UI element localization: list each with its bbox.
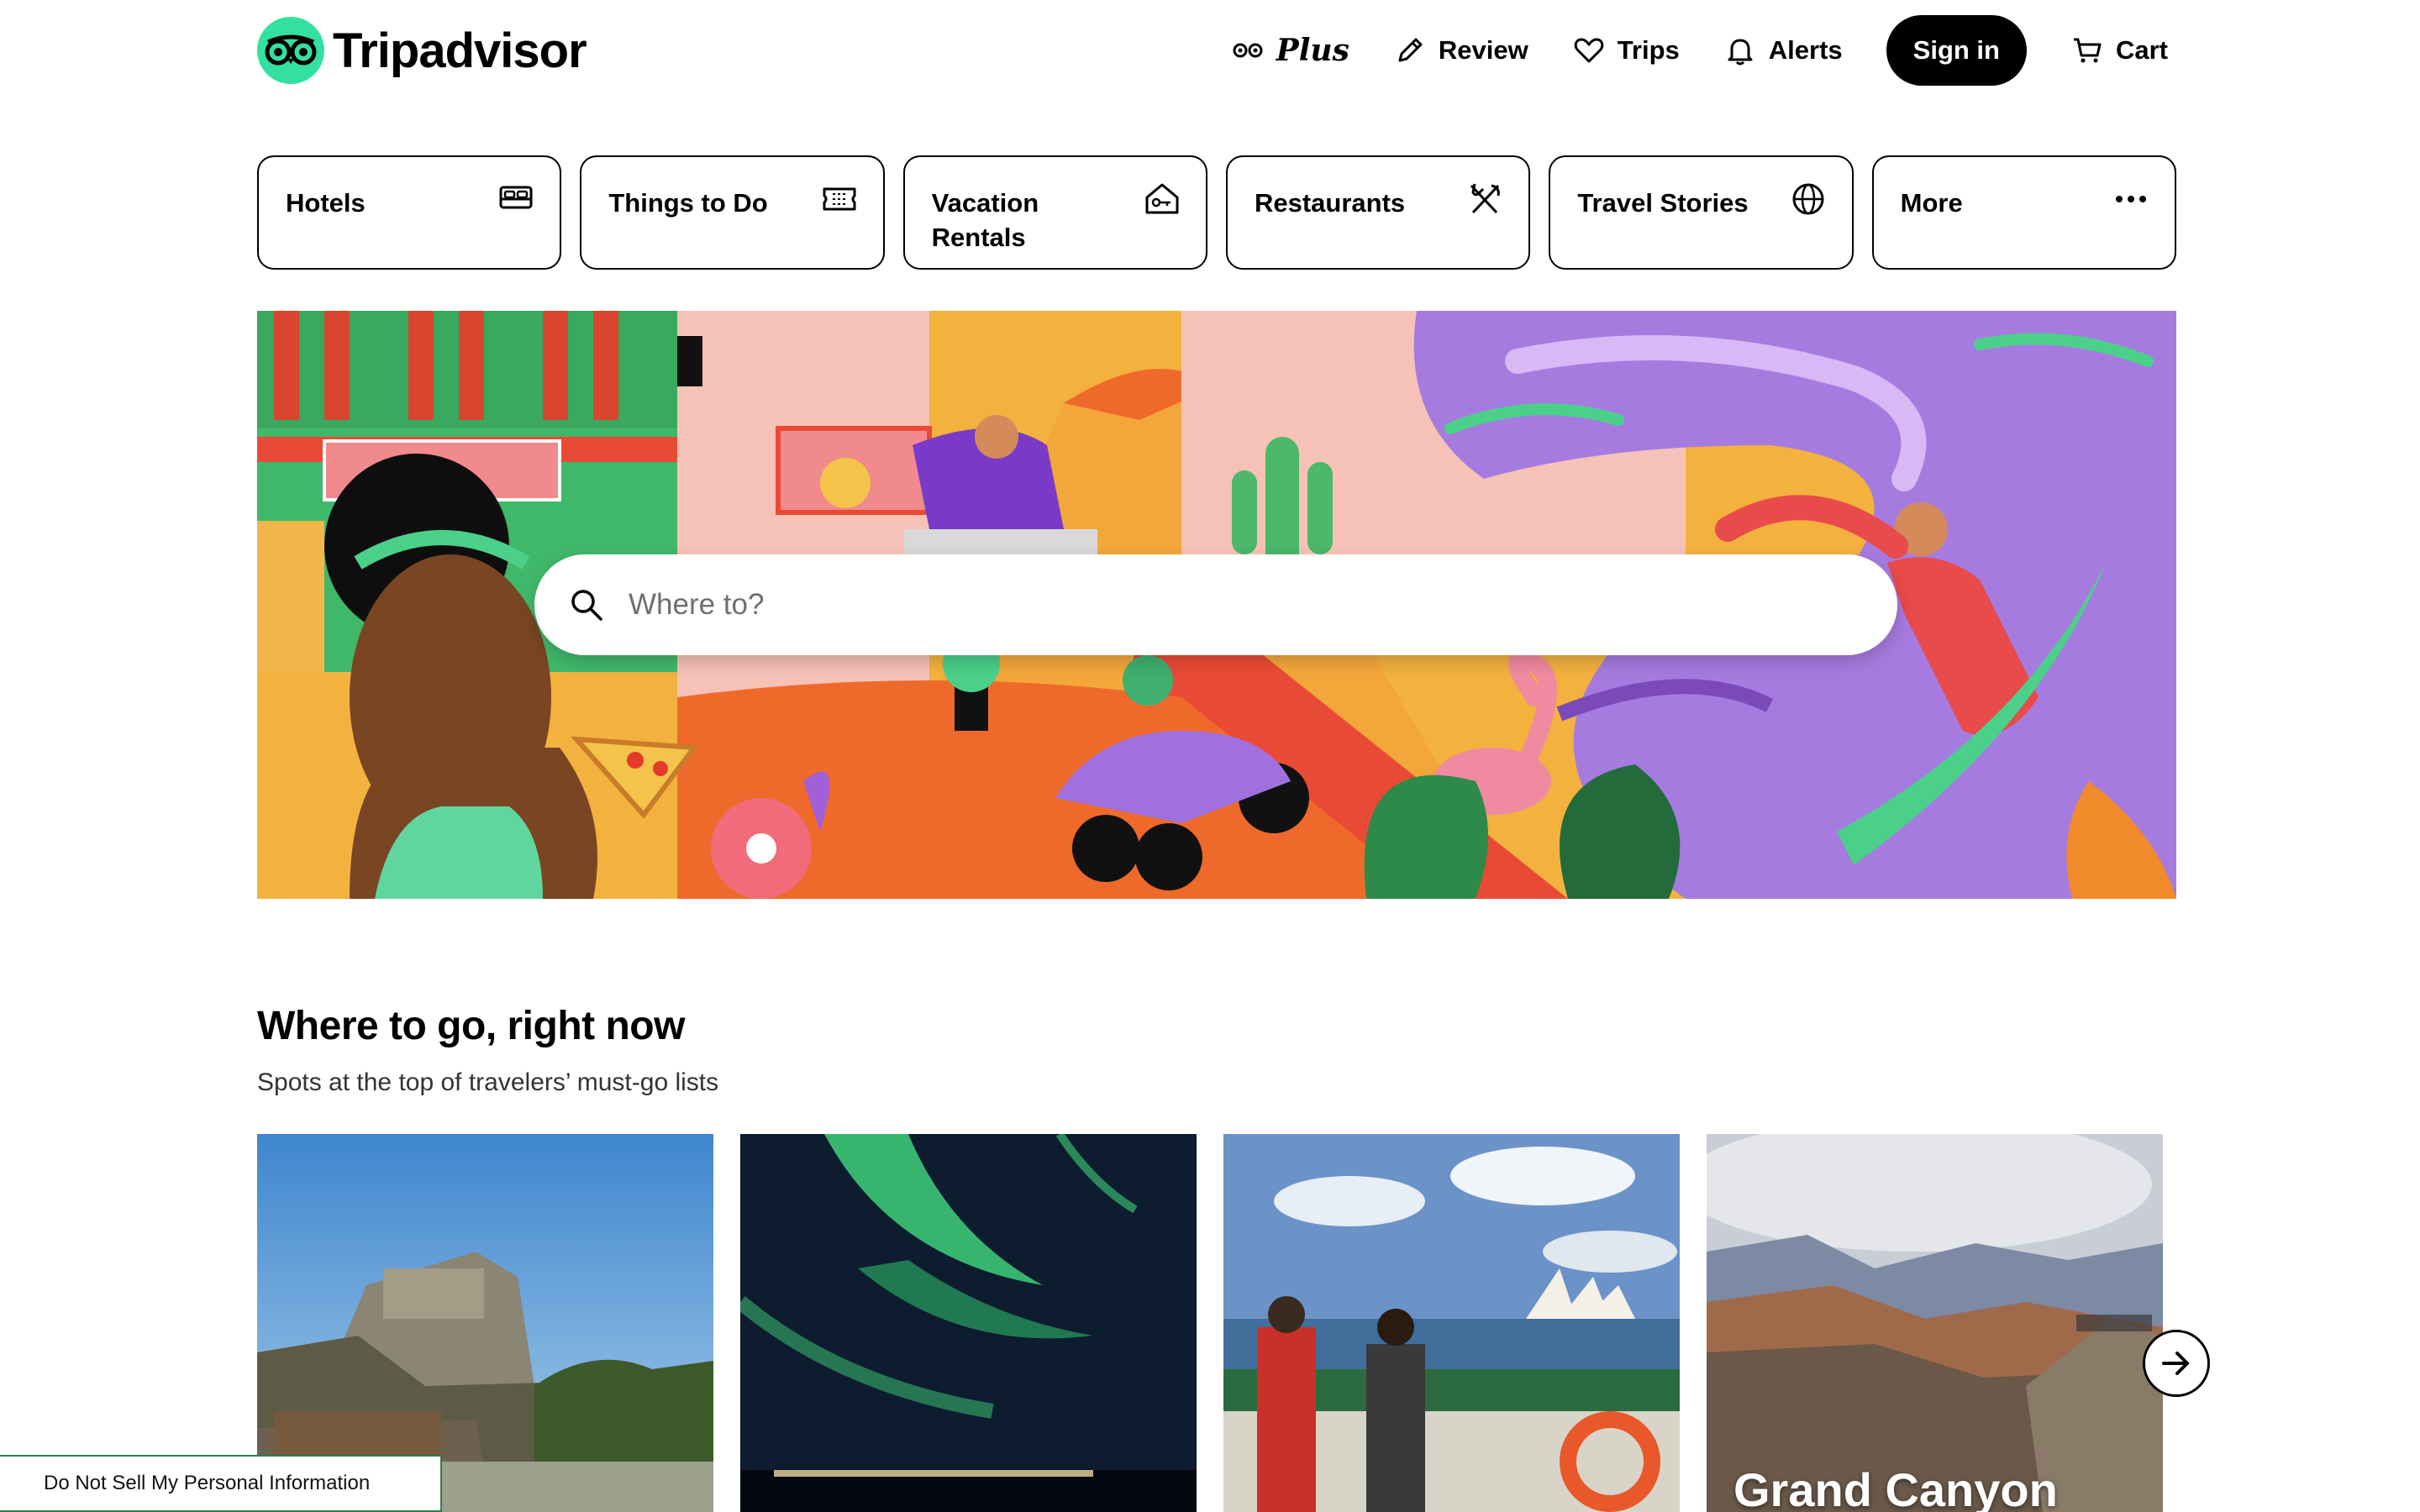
tab-label: Hotels [286, 188, 366, 218]
tab-hotels[interactable]: Hotels [257, 155, 562, 270]
aurora-photo [740, 1134, 1197, 1512]
bell-icon [1728, 39, 1753, 66]
carousel-next-button[interactable] [2143, 1330, 2210, 1397]
tab-more[interactable]: More [1871, 155, 2176, 270]
sydney-photo [1223, 1134, 1680, 1512]
cart-icon [2073, 38, 2102, 63]
review-link[interactable]: Review [1393, 34, 1528, 67]
tab-travel-stories[interactable]: Travel Stories [1549, 155, 1854, 270]
tab-label: Things to Do [608, 188, 768, 218]
section-subtitle: Spots at the top of travelers’ must-go l… [257, 1068, 719, 1096]
grand-canyon-photo [1707, 1134, 2163, 1512]
house-key-icon [1145, 183, 1179, 214]
bed-icon [499, 186, 533, 209]
search-bar[interactable] [534, 554, 1897, 655]
hero-banner [257, 311, 2176, 899]
category-tabs: Hotels Things to Do Vacation Rentals Res… [257, 155, 2176, 270]
cart-label: Cart [2115, 35, 2168, 65]
tab-things-to-do[interactable]: Things to Do [580, 155, 885, 270]
tripadvisor-logo[interactable]: Tripadvisor [257, 17, 587, 84]
trips-label: Trips [1617, 35, 1680, 65]
arrow-right-icon [2162, 1352, 2189, 1375]
tab-label: More [1900, 188, 1963, 218]
sign-in-button[interactable]: Sign in [1886, 15, 2027, 86]
card-label: Grand Canyon [1733, 1463, 2058, 1512]
top-nav: Plus Review Trips Alerts Sign in Cart [1231, 15, 2168, 86]
ellipsis-icon [2115, 196, 2146, 202]
plus-label: Plus [1276, 33, 1349, 68]
search-input[interactable] [629, 588, 1805, 622]
globe-icon [1792, 183, 1824, 215]
tab-label: Vacation Rentals [931, 188, 1039, 252]
tab-label: Restaurants [1254, 188, 1406, 218]
utensils-icon [1470, 183, 1501, 214]
heart-icon [1574, 38, 1603, 63]
alerts-label: Alerts [1768, 35, 1843, 65]
owl-eyes-icon [1233, 43, 1263, 58]
tab-vacation-rentals[interactable]: Vacation Rentals [902, 155, 1207, 270]
review-label: Review [1438, 35, 1528, 65]
do-not-sell-link[interactable]: Do Not Sell My Personal Information [0, 1455, 442, 1512]
pencil-icon [1398, 38, 1423, 62]
plus-link[interactable]: Plus [1231, 33, 1349, 68]
header: Tripadvisor Plus Review Trips Alerts Sig… [0, 0, 2420, 109]
tab-label: Travel Stories [1577, 188, 1749, 218]
destination-card[interactable] [740, 1134, 1197, 1512]
destination-card[interactable] [1223, 1134, 1680, 1512]
section-title: Where to go, right now [257, 1004, 685, 1048]
ticket-icon [823, 187, 856, 211]
trips-link[interactable]: Trips [1572, 34, 1680, 67]
destination-carousel: Grand Canyon [257, 1134, 2165, 1512]
owl-logo-icon [257, 17, 324, 84]
alerts-link[interactable]: Alerts [1723, 34, 1843, 67]
cart-link[interactable]: Cart [2070, 34, 2168, 67]
destination-card[interactable]: Grand Canyon [1707, 1134, 2163, 1512]
search-icon [571, 590, 602, 621]
tab-restaurants[interactable]: Restaurants [1225, 155, 1531, 270]
brand-name: Tripadvisor [333, 23, 587, 78]
